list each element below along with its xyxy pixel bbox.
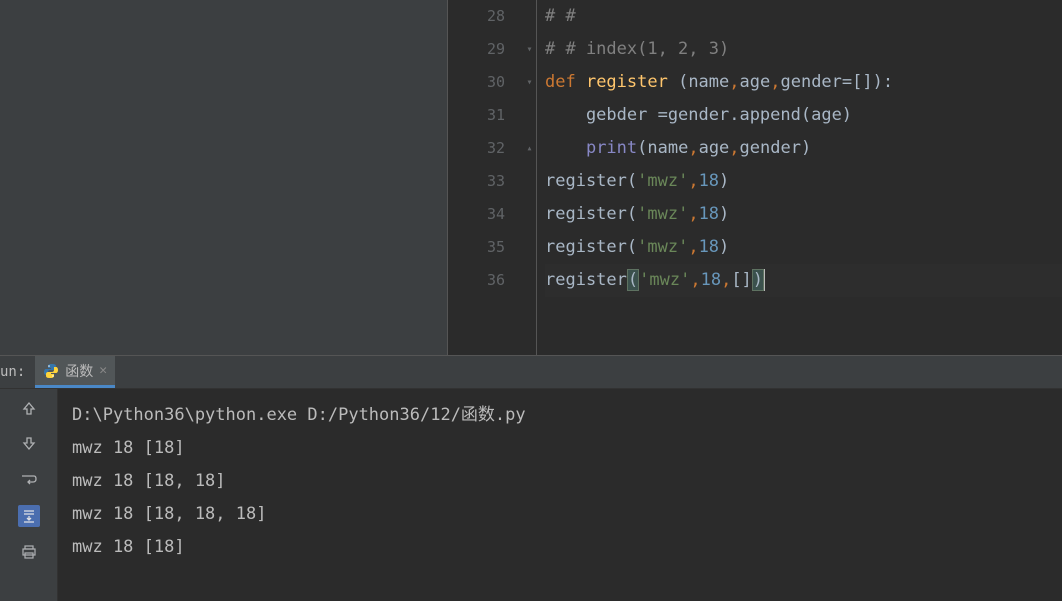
soft-wrap-icon[interactable] (18, 469, 40, 491)
console-output[interactable]: D:\Python36\python.exe D:/Python36/12/函数… (58, 389, 1062, 601)
line-number: 33 (448, 165, 505, 198)
fold-marker (523, 99, 536, 132)
console-line: mwz 18 [18] (72, 531, 1048, 564)
fold-gutter[interactable]: ▾▾ ▴ (523, 0, 537, 355)
code-content[interactable]: # ## # index(1, 2, 3)def register (name,… (537, 0, 1062, 355)
line-number: 31 (448, 99, 505, 132)
text-caret (764, 269, 765, 291)
fold-marker (523, 231, 536, 264)
run-tool-window: un: 函数 ✕ D:\Python36 (0, 356, 1062, 601)
line-number: 36 (448, 264, 505, 297)
fold-marker (523, 165, 536, 198)
run-header: un: 函数 ✕ (0, 356, 1062, 389)
line-number: 32 (448, 132, 505, 165)
close-icon[interactable]: ✕ (99, 363, 107, 378)
console-line: mwz 18 [18, 18, 18] (72, 498, 1048, 531)
line-number-gutter: 282930313233343536 (448, 0, 523, 355)
console-line: D:\Python36\python.exe D:/Python36/12/函数… (72, 399, 1048, 432)
arrow-down-icon[interactable] (18, 433, 40, 455)
fold-marker[interactable]: ▾ (523, 33, 536, 66)
run-label: un: (0, 364, 29, 380)
line-number: 30 (448, 66, 505, 99)
project-panel-placeholder (0, 0, 448, 355)
scroll-to-end-icon[interactable] (18, 505, 40, 527)
line-number: 29 (448, 33, 505, 66)
code-line[interactable]: register('mwz',18,[]) (545, 264, 1062, 297)
fold-marker[interactable]: ▾ (523, 66, 536, 99)
editor-area: 282930313233343536 ▾▾ ▴ # ## # index(1, 2… (0, 0, 1062, 355)
code-line[interactable]: register('mwz',18) (545, 198, 1062, 231)
console-line: mwz 18 [18] (72, 432, 1048, 465)
line-number: 35 (448, 231, 505, 264)
line-number: 34 (448, 198, 505, 231)
arrow-up-icon[interactable] (18, 397, 40, 419)
line-number: 28 (448, 0, 505, 33)
fold-marker (523, 264, 536, 297)
console-line: mwz 18 [18, 18] (72, 465, 1048, 498)
print-icon[interactable] (18, 541, 40, 563)
code-line[interactable]: def register (name,age,gender=[]): (545, 66, 1062, 99)
run-tab[interactable]: 函数 ✕ (35, 356, 115, 388)
fold-marker (523, 0, 536, 33)
run-tab-label: 函数 (65, 361, 93, 381)
run-body: D:\Python36\python.exe D:/Python36/12/函数… (0, 389, 1062, 601)
fold-marker[interactable]: ▴ (523, 132, 536, 165)
code-line[interactable]: register('mwz',18) (545, 165, 1062, 198)
code-editor[interactable]: 282930313233343536 ▾▾ ▴ # ## # index(1, 2… (448, 0, 1062, 355)
fold-marker (523, 198, 536, 231)
code-line[interactable]: # # (545, 0, 1062, 33)
python-file-icon (43, 363, 59, 379)
code-line[interactable]: print(name,age,gender) (545, 132, 1062, 165)
code-line[interactable]: gebder =gender.append(age) (545, 99, 1062, 132)
code-line[interactable]: # # index(1, 2, 3) (545, 33, 1062, 66)
code-line[interactable]: register('mwz',18) (545, 231, 1062, 264)
run-toolbar (0, 389, 58, 601)
